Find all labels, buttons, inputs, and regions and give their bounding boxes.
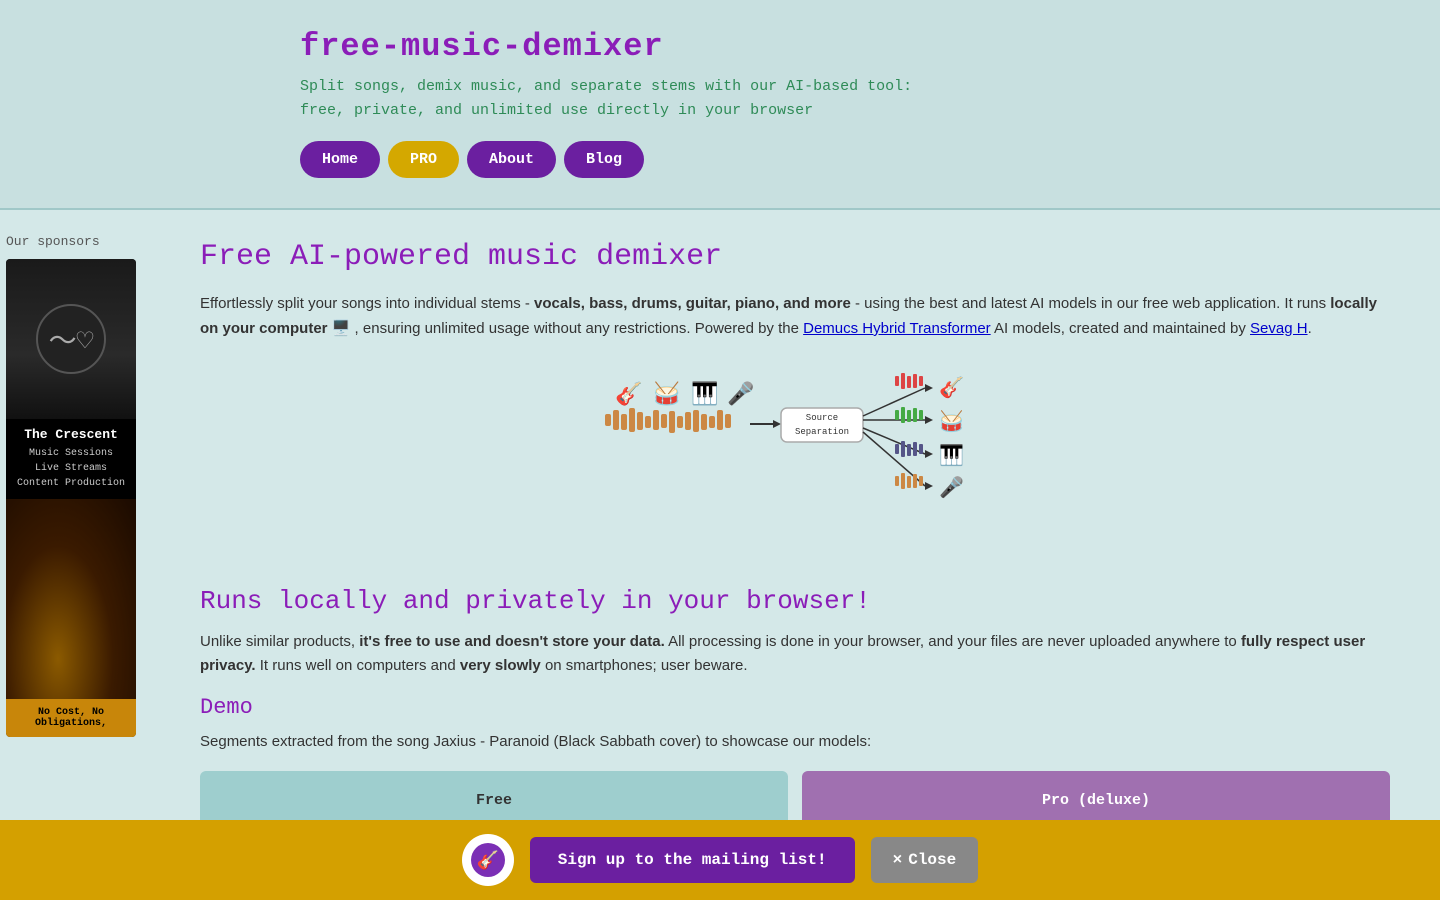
para2-start: Unlike similar products, xyxy=(200,633,355,650)
sponsor-bottom-text: No Cost, No Obligations, xyxy=(6,699,136,737)
intro-bold-text: vocals, bass, drums, guitar, piano, and … xyxy=(534,295,851,312)
main-layout: Our sponsors 〜♡ The Crescent Music Sessi… xyxy=(0,210,1440,861)
para2-rest: All processing is done in your browser, … xyxy=(668,633,1237,650)
page-title: Free AI-powered music demixer xyxy=(200,240,1390,274)
sevag-link[interactable]: Sevag H xyxy=(1250,320,1308,337)
locally-rest: , ensuring unlimited usage without any r… xyxy=(355,320,799,337)
sevag-rest: . xyxy=(1308,320,1312,337)
para2-bold: it's free to use and doesn't store your … xyxy=(359,633,665,650)
para2-bold3: very slowly xyxy=(460,657,541,674)
keyboard-output-icon: 🎹 xyxy=(939,443,964,469)
close-label: Close xyxy=(908,851,956,869)
close-icon: × xyxy=(893,851,903,869)
subtitle-line1: Split songs, demix music, and separate s… xyxy=(300,75,1440,99)
sponsor-logo-circle: 〜♡ xyxy=(36,304,106,374)
guitar-input-icon: 🎸 xyxy=(615,381,642,408)
sponsor-waveform-icon: 〜♡ xyxy=(49,319,94,359)
intro-text: Effortlessly split your songs into indiv… xyxy=(200,295,530,312)
mailing-icon: 🎸 xyxy=(462,834,514,886)
main-content: Free AI-powered music demixer Effortless… xyxy=(160,210,1440,861)
para2: Unlike similar products, it's free to us… xyxy=(200,630,1390,680)
dht-link[interactable]: Demucs Hybrid Transformer xyxy=(803,320,991,337)
sponsor-image-area: 〜♡ xyxy=(6,259,136,419)
section2-title: Runs locally and privately in your brows… xyxy=(200,586,1390,616)
guitar-output-icon: 🎸 xyxy=(939,375,964,401)
diagram-svg: 🎸 🥁 🎹 🎤 xyxy=(585,366,1005,556)
nav-about-button[interactable]: About xyxy=(467,141,556,178)
sidebar: Our sponsors 〜♡ The Crescent Music Sessi… xyxy=(0,210,160,861)
dht-rest: AI models, created and maintained by xyxy=(994,320,1246,337)
keyboard-input-icon: 🎹 xyxy=(691,381,718,408)
mailing-bar: 🎸 Sign up to the mailing list! × Close xyxy=(0,820,1440,900)
demo-free-label: Free xyxy=(476,792,512,809)
sponsor-description: Music Sessions Live Streams Content Prod… xyxy=(12,446,130,491)
intro-paragraph: Effortlessly split your songs into indiv… xyxy=(200,292,1390,342)
box-line2: Separation xyxy=(795,427,849,437)
sponsor-card[interactable]: 〜♡ The Crescent Music Sessions Live Stre… xyxy=(6,259,136,737)
para2-rest3: on smartphones; user beware. xyxy=(545,657,748,674)
header-title: free-music-demixer xyxy=(300,28,1440,65)
source-separation-diagram: 🎸 🥁 🎹 🎤 xyxy=(200,366,1390,556)
nav: Home PRO About Blog xyxy=(300,141,1440,178)
drums-input-icon: 🥁 xyxy=(653,381,681,408)
svg-text:🎸: 🎸 xyxy=(477,849,499,872)
nav-pro-button[interactable]: PRO xyxy=(388,141,459,178)
intro-rest-text: - using the best and latest AI models in… xyxy=(855,295,1326,312)
mailing-logo-svg: 🎸 xyxy=(470,842,506,878)
demo-para: Segments extracted from the song Jaxius … xyxy=(200,730,1390,755)
para2-rest2: It runs well on computers and xyxy=(260,657,456,674)
sponsor-lower-image xyxy=(6,499,136,699)
drums-output-icon: 🥁 xyxy=(939,409,964,435)
header-subtitle: Split songs, demix music, and separate s… xyxy=(300,75,1440,123)
sponsors-label: Our sponsors xyxy=(6,234,150,249)
demo-pro-label: Pro (deluxe) xyxy=(1042,792,1150,809)
nav-home-button[interactable]: Home xyxy=(300,141,380,178)
header: free-music-demixer Split songs, demix mu… xyxy=(0,0,1440,210)
demo-title: Demo xyxy=(200,695,1390,720)
subtitle-line2: free, private, and unlimited use directl… xyxy=(300,99,1440,123)
sponsor-lower-inner xyxy=(6,499,136,699)
box-line1: Source xyxy=(806,413,838,423)
mic-input-icon: 🎤 xyxy=(727,380,754,408)
sponsor-text-area: The Crescent Music Sessions Live Streams… xyxy=(6,419,136,499)
mic-output-icon: 🎤 xyxy=(939,475,964,501)
mailing-signup-button[interactable]: Sign up to the mailing list! xyxy=(530,837,855,883)
nav-blog-button[interactable]: Blog xyxy=(564,141,644,178)
mailing-close-button[interactable]: × Close xyxy=(871,837,979,883)
sponsor-name: The Crescent xyxy=(12,427,130,442)
locally-emoji: 🖥️ xyxy=(332,320,351,337)
